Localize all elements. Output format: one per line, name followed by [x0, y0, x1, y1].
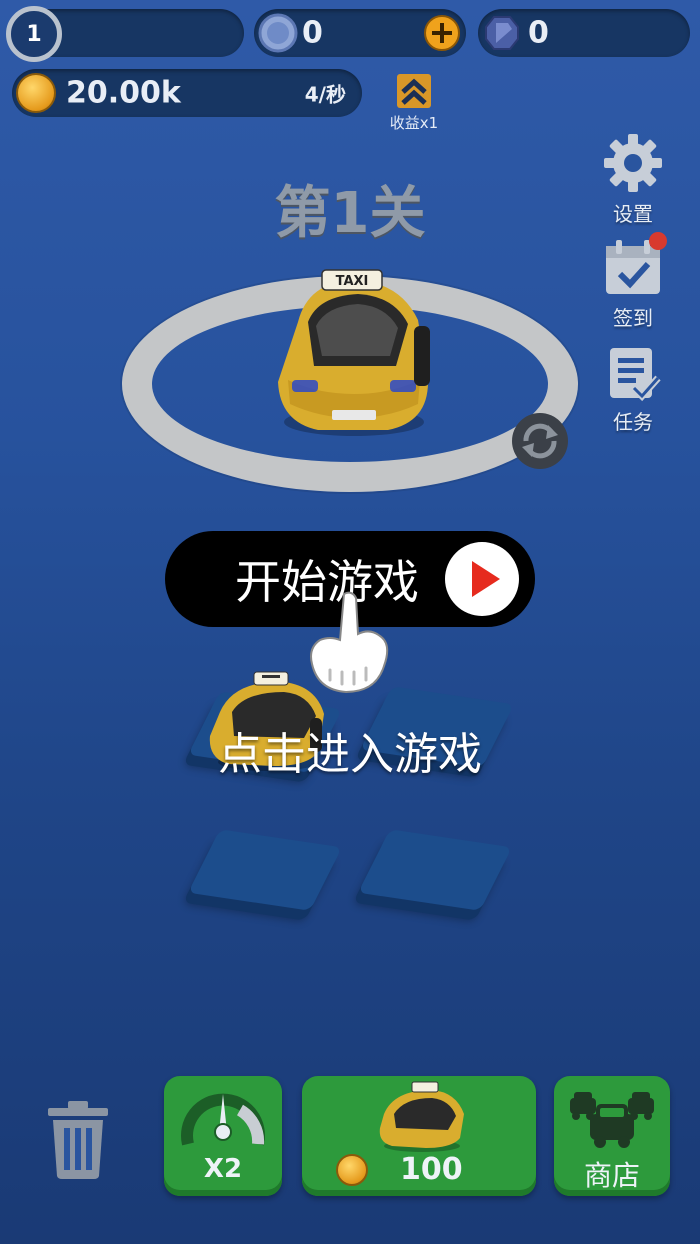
gem-currency-bar: 0: [478, 9, 690, 57]
tutorial-hint-text: 点击进入游戏: [218, 729, 482, 780]
buy-car-button[interactable]: 100: [302, 1076, 536, 1196]
level-number: 1: [26, 21, 42, 47]
task-list-icon: [610, 348, 661, 402]
gold-coin-icon: [16, 73, 56, 113]
income-multiplier-button[interactable]: 收益x1: [384, 72, 444, 133]
tasks-label: 任务: [613, 410, 653, 434]
income-multiplier-label: 收益x1: [389, 114, 439, 132]
shop-label: 商店: [583, 1159, 640, 1192]
settings-label: 设置: [613, 202, 653, 226]
gold-amount: 20.00k: [66, 75, 181, 111]
buy-car-price: 100: [400, 1152, 463, 1187]
parking-slot-3[interactable]: [187, 829, 343, 911]
pointing-hand-icon: [310, 591, 389, 694]
gold-income-bar: 20.00k 4/秒: [12, 69, 362, 117]
speed-boost-label: X2: [203, 1154, 243, 1184]
showcase-taxi-car[interactable]: TAXI: [268, 262, 440, 442]
play-button-circle: [445, 542, 519, 616]
income-rate: 4/秒: [304, 82, 346, 107]
rotate-icon: [522, 423, 558, 459]
price-coin-icon: [336, 1154, 368, 1186]
silver-currency-bar: 0: [254, 9, 466, 57]
parking-slot-4[interactable]: [357, 829, 513, 911]
play-icon: [472, 561, 500, 597]
settings-button[interactable]: 设置: [593, 132, 673, 227]
shop-button[interactable]: 商店: [554, 1076, 670, 1196]
trash-icon: [48, 1101, 108, 1179]
cars-icon: [570, 1092, 654, 1148]
plus-icon: [432, 23, 452, 43]
add-silver-button[interactable]: [424, 15, 460, 51]
taxi-roof-sign: TAXI: [336, 274, 369, 289]
silver-count: 0: [302, 15, 323, 51]
rotate-car-button[interactable]: [512, 413, 568, 469]
gear-icon: [604, 134, 662, 192]
checkin-label: 签到: [613, 306, 653, 330]
gem-count: 0: [528, 15, 549, 51]
speed-boost-button[interactable]: X2: [164, 1076, 282, 1196]
notification-dot-icon: [649, 232, 667, 250]
checkin-button[interactable]: 签到: [593, 232, 673, 331]
level-badge: 1: [6, 6, 62, 62]
trash-button[interactable]: [44, 1100, 112, 1180]
tasks-button[interactable]: 任务: [593, 346, 673, 435]
buy-car-preview: [379, 1081, 464, 1152]
speedometer-icon: [181, 1093, 265, 1146]
silver-coin-icon: [258, 13, 298, 53]
gem-icon: [485, 16, 519, 50]
double-arrow-up-icon: [397, 74, 431, 108]
